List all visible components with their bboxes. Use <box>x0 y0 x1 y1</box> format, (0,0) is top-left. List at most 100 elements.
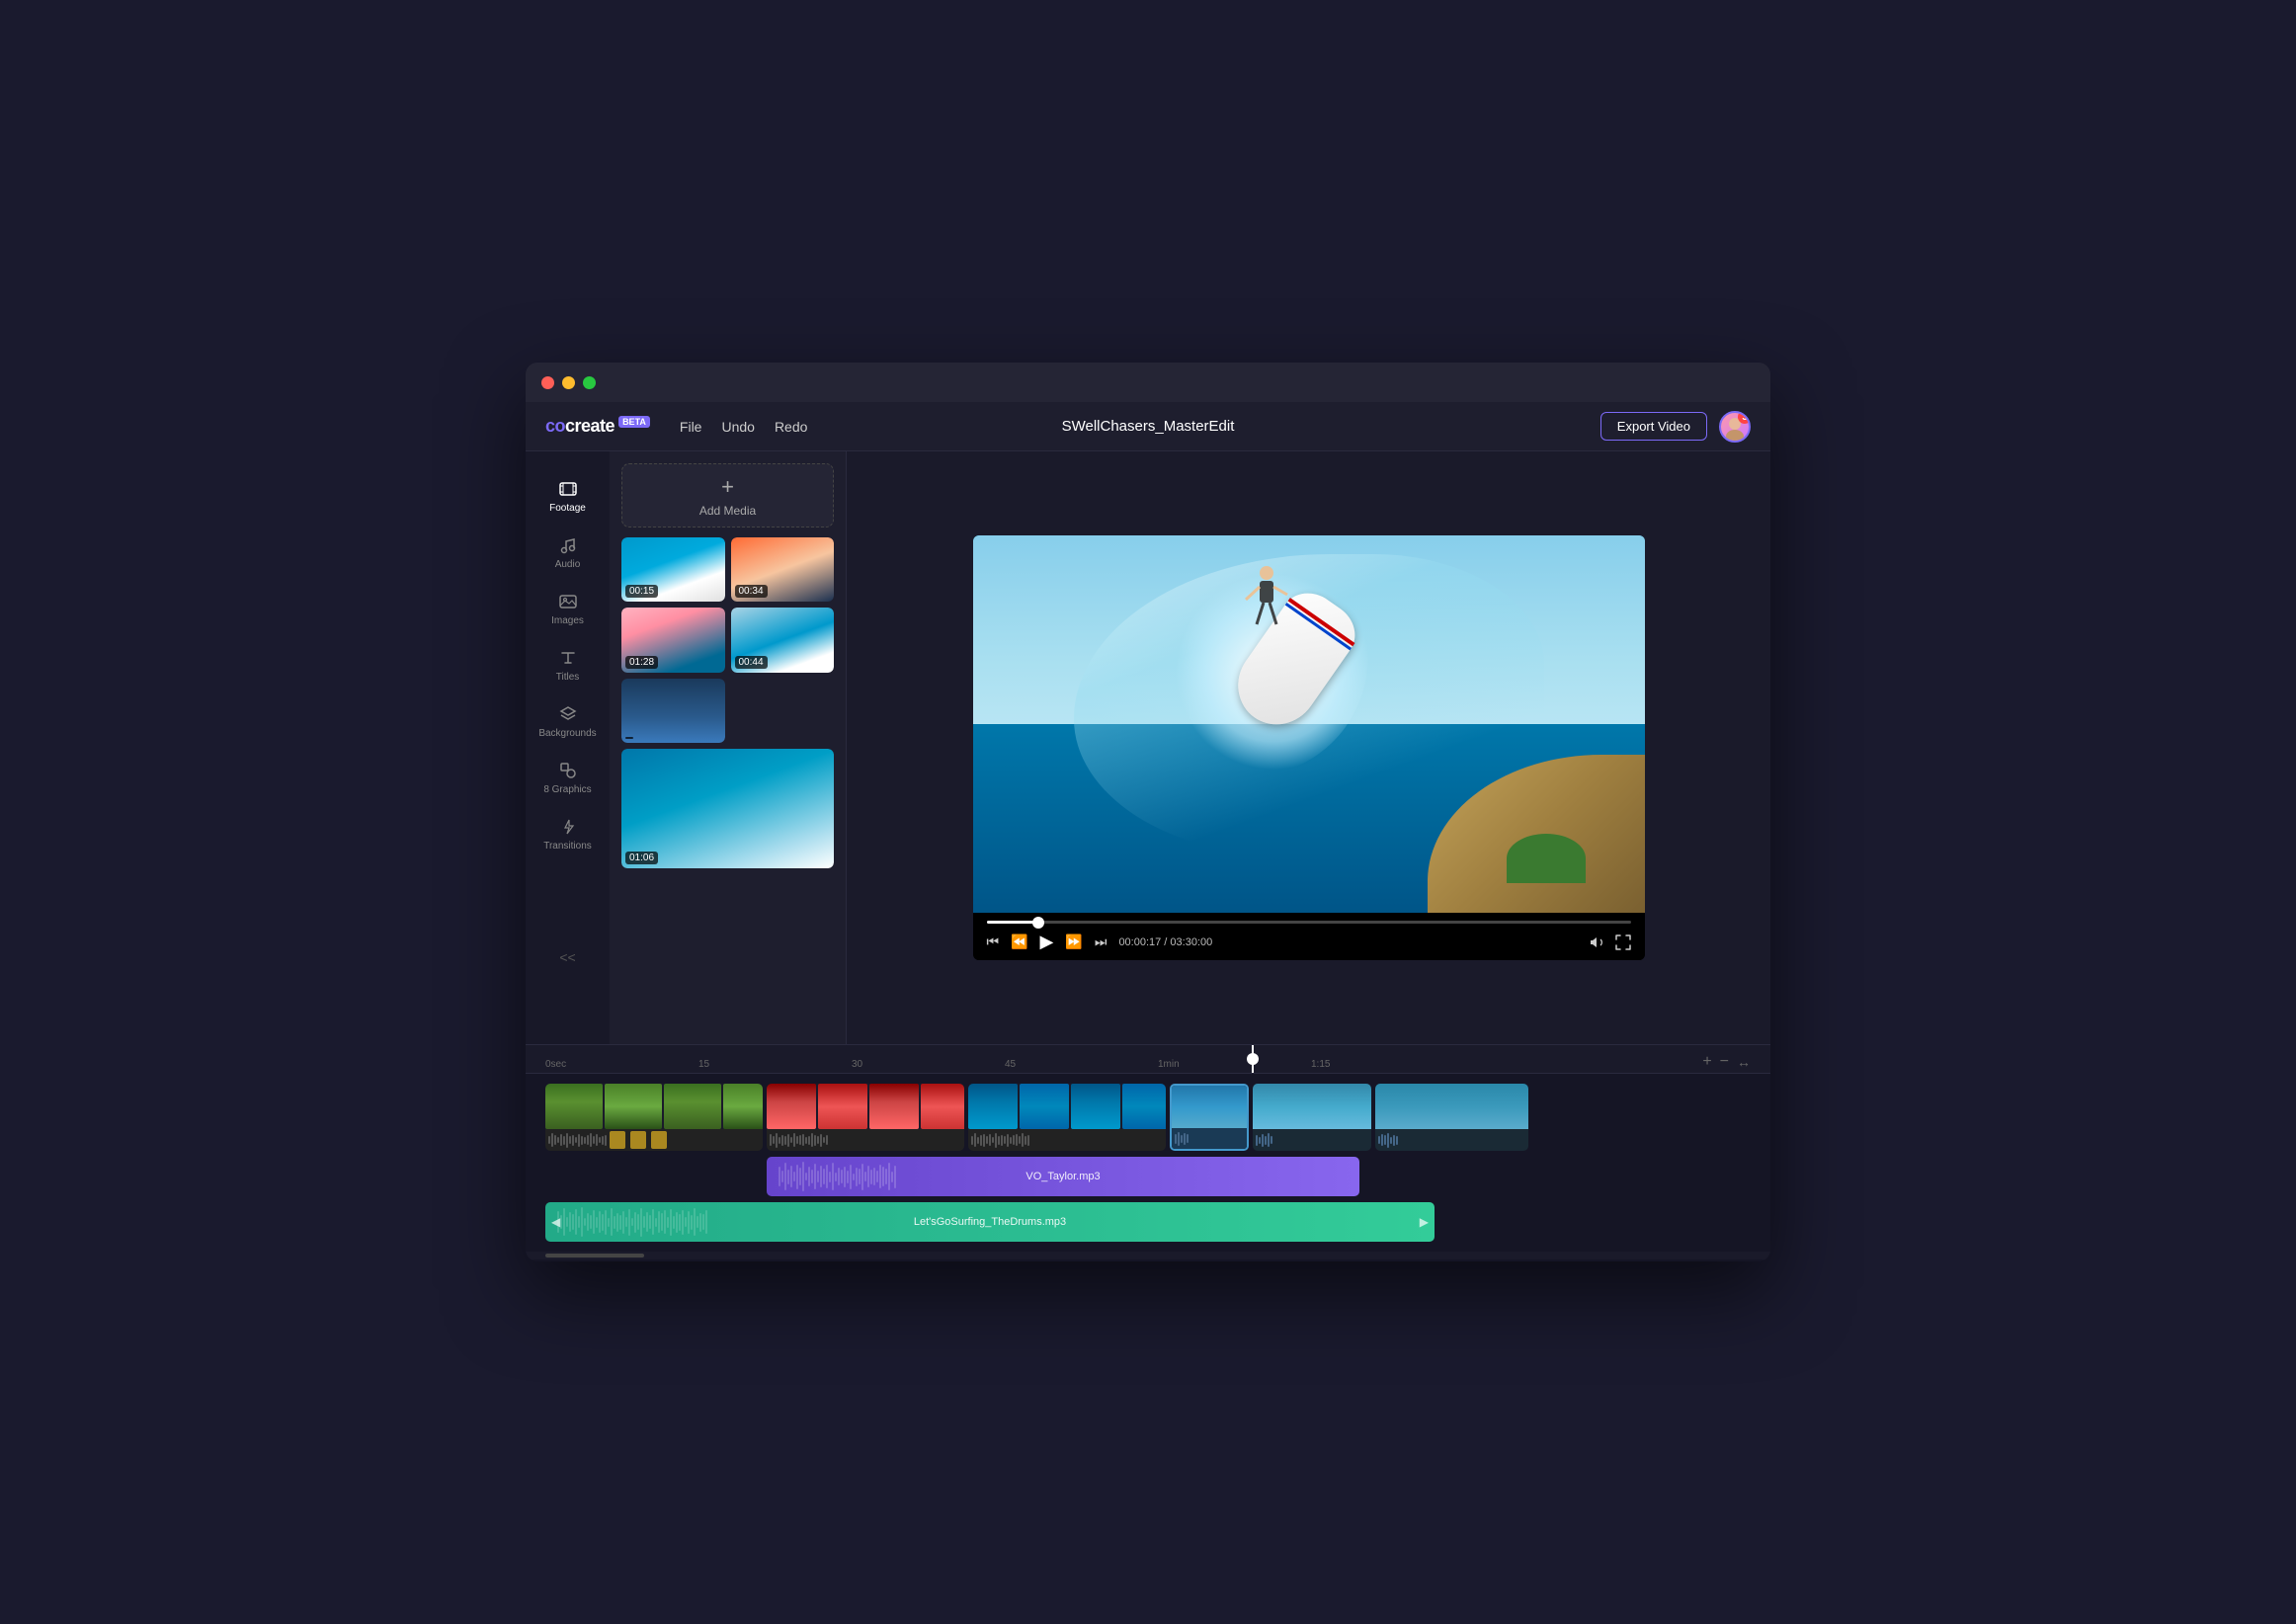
export-button[interactable]: Export Video <box>1600 412 1707 441</box>
logo-text: cocreate <box>545 416 615 437</box>
sidebar: Footage Audio <box>526 451 610 1044</box>
wave-scene <box>973 535 1645 914</box>
skip-back-button[interactable]: ⏮ <box>987 934 1000 950</box>
thumb-duration-5 <box>625 737 633 739</box>
timeline-area: 0sec 15 30 45 1min 1:15 + − ↔ <box>526 1044 1770 1261</box>
content-body: Footage Audio <box>526 451 1770 1261</box>
media-panel: + Add Media 00:15 00:34 <box>610 451 847 1044</box>
sidebar-item-backgrounds[interactable]: Backgrounds <box>526 696 610 747</box>
skip-forward-button[interactable]: ⏭ <box>1095 934 1107 950</box>
timeline-scrollbar[interactable] <box>526 1252 1770 1259</box>
timeline-playhead[interactable] <box>1252 1045 1254 1073</box>
media-thumb-3[interactable]: 01:28 <box>621 608 725 672</box>
menu-undo[interactable]: Undo <box>721 419 754 435</box>
ruler-0sec: 0sec <box>545 1059 566 1070</box>
add-media-button[interactable]: + Add Media <box>621 463 834 528</box>
menu-file[interactable]: File <box>680 419 702 435</box>
collapse-button[interactable]: << <box>559 949 575 965</box>
clip-beach[interactable] <box>545 1084 763 1151</box>
controls-right <box>1590 934 1631 950</box>
thumb-duration-2: 00:34 <box>735 585 768 598</box>
media-thumb-2[interactable]: 00:34 <box>731 537 835 602</box>
clip-surf-light2[interactable] <box>1253 1084 1371 1151</box>
clip-surf[interactable] <box>767 1084 964 1151</box>
project-title: SWellChasers_MasterEdit <box>1062 418 1235 435</box>
ruler-30: 30 <box>852 1059 862 1070</box>
thumb-duration-3: 01:28 <box>625 656 658 669</box>
timeline-ruler: 0sec 15 30 45 1min 1:15 + − ↔ <box>526 1044 1770 1074</box>
clip-surf-light3[interactable] <box>1375 1084 1528 1151</box>
sidebar-item-titles[interactable]: Titles <box>526 640 610 690</box>
playhead-handle[interactable] <box>1247 1053 1259 1065</box>
minimize-button[interactable] <box>562 376 575 389</box>
zoom-out-button[interactable]: − <box>1720 1053 1729 1071</box>
add-plus-icon: + <box>721 474 734 500</box>
sidebar-item-graphics[interactable]: 8 Graphics <box>526 753 610 803</box>
surfer-figure <box>1242 565 1291 644</box>
ruler-115: 1:15 <box>1311 1059 1330 1070</box>
text-icon <box>558 648 578 668</box>
video-frame <box>973 535 1645 914</box>
sidebar-item-audio[interactable]: Audio <box>526 528 610 578</box>
media-thumb-4[interactable]: 00:44 <box>731 608 835 672</box>
music-track-row: ◀ Let'sGoSurfing_TheDrums.mp3 ▶ <box>545 1202 1751 1242</box>
timeline-zoom: + − ↔ <box>1702 1053 1751 1071</box>
ruler-45: 45 <box>1005 1059 1016 1070</box>
menubar-right: Export Video 3 <box>1600 411 1751 443</box>
fit-button[interactable]: ↔ <box>1737 1054 1751 1070</box>
media-grid: 00:15 00:34 01:28 00:44 <box>621 537 834 868</box>
sidebar-label-audio: Audio <box>555 559 581 570</box>
close-button[interactable] <box>541 376 554 389</box>
play-button[interactable]: ▶ <box>1040 932 1054 952</box>
controls-row: ⏮ ⏪ ▶ ⏩ ⏭ 00:00:17 / 03:30:00 <box>987 932 1631 952</box>
vo-track-row: VO_Taylor.mp3 <box>545 1157 1751 1196</box>
beta-badge: BETA <box>618 416 650 428</box>
progress-bar[interactable] <box>987 921 1631 924</box>
scrollbar-thumb[interactable] <box>545 1254 644 1258</box>
avatar: 3 <box>1719 411 1751 443</box>
maximize-button[interactable] <box>583 376 596 389</box>
track-clips <box>545 1084 1751 1151</box>
image-icon <box>558 592 578 611</box>
sidebar-item-images[interactable]: Images <box>526 584 610 634</box>
media-thumb-5[interactable] <box>621 679 725 743</box>
media-thumb-6[interactable]: 01:06 <box>621 749 834 868</box>
time-display: 00:00:17 / 03:30:00 <box>1118 936 1212 948</box>
timeline-tracks: VO_Taylor.mp3 ◀ Let'sGoSurfing_TheDrums.… <box>526 1074 1770 1252</box>
media-thumb-1[interactable]: 00:15 <box>621 537 725 602</box>
sidebar-item-transitions[interactable]: Transitions <box>526 809 610 859</box>
upper-section: Footage Audio <box>526 451 1770 1044</box>
sidebar-label-transitions: Transitions <box>543 841 592 852</box>
fast-forward-button[interactable]: ⏩ <box>1065 934 1082 950</box>
sidebar-item-footage[interactable]: Footage <box>526 471 610 522</box>
vo-track[interactable]: VO_Taylor.mp3 <box>767 1157 1359 1196</box>
app-window: cocreate BETA File Undo Redo SWellChaser… <box>526 363 1770 1261</box>
sidebar-label-graphics: 8 Graphics <box>543 784 591 795</box>
layers-icon <box>558 704 578 724</box>
sidebar-label-footage: Footage <box>549 503 586 514</box>
video-controls: ⏮ ⏪ ▶ ⏩ ⏭ 00:00:17 / 03:30:00 <box>973 913 1645 960</box>
zoom-in-button[interactable]: + <box>1702 1053 1711 1071</box>
progress-fill <box>987 921 1038 924</box>
video-track <box>545 1084 1751 1151</box>
clip-surf-light1[interactable] <box>1170 1084 1249 1151</box>
music-track[interactable]: ◀ Let'sGoSurfing_TheDrums.mp3 ▶ <box>545 1202 1435 1242</box>
ruler-15: 15 <box>698 1059 709 1070</box>
preview-area: ⏮ ⏪ ▶ ⏩ ⏭ 00:00:17 / 03:30:00 <box>847 451 1770 1044</box>
menubar: cocreate BETA File Undo Redo SWellChaser… <box>526 402 1770 451</box>
progress-handle[interactable] <box>1032 917 1044 929</box>
sidebar-label-backgrounds: Backgrounds <box>538 728 596 739</box>
fullscreen-button[interactable] <box>1615 934 1631 950</box>
music-label: Let'sGoSurfing_TheDrums.mp3 <box>557 1216 1423 1228</box>
thumb-duration-1: 00:15 <box>625 585 658 598</box>
vo-label: VO_Taylor.mp3 <box>779 1171 1348 1182</box>
menu-redo[interactable]: Redo <box>775 419 807 435</box>
add-media-label: Add Media <box>699 504 756 518</box>
clip-wave[interactable] <box>968 1084 1166 1151</box>
thumb-duration-6: 01:06 <box>625 852 658 864</box>
volume-button[interactable] <box>1590 934 1605 950</box>
sidebar-label-titles: Titles <box>556 672 580 683</box>
titlebar <box>526 363 1770 402</box>
logo: cocreate BETA <box>545 416 650 437</box>
rewind-button[interactable]: ⏪ <box>1011 934 1027 950</box>
